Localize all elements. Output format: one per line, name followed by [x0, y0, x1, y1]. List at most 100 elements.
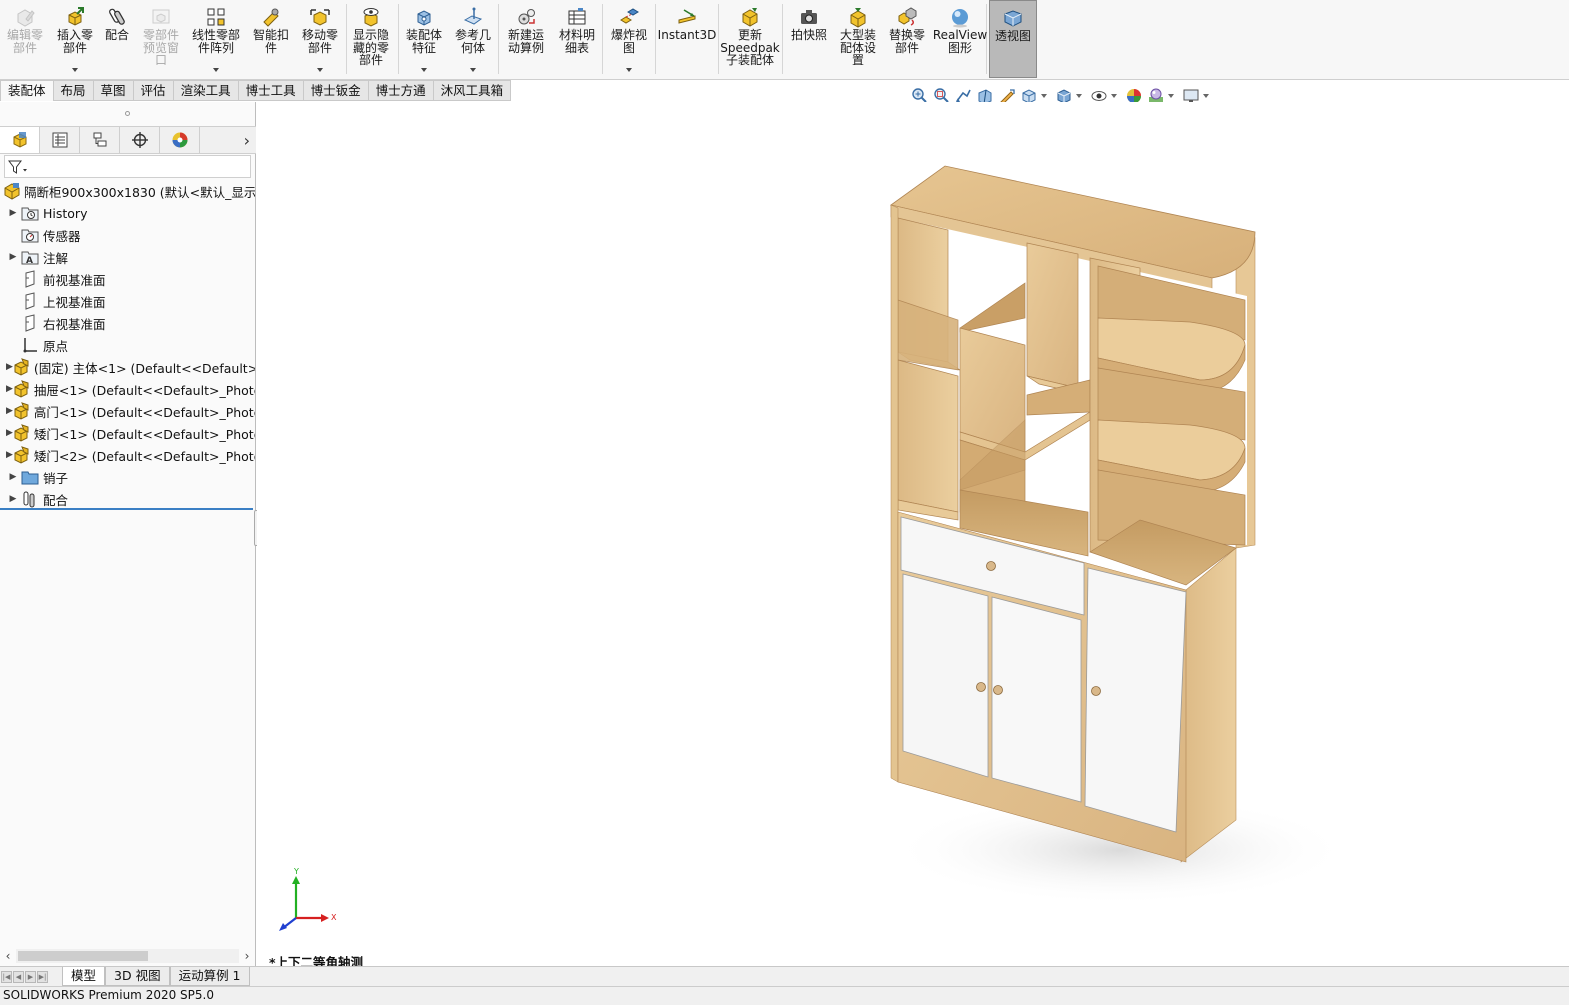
tab-sketch[interactable]: 草图	[93, 80, 134, 101]
realview-button[interactable]: RealView 图形	[932, 0, 988, 78]
tree-item[interactable]: ▶ 销子	[0, 466, 255, 488]
cabinet-model[interactable]	[257, 102, 1569, 966]
property-manager-tab[interactable]	[40, 127, 80, 153]
chevron-down-icon[interactable]	[72, 68, 78, 72]
hide-show-dropdown[interactable]	[1111, 94, 1117, 98]
tree-item[interactable]: 右视基准面	[0, 312, 255, 334]
tree-item-label: (固定) 主体<1> (Default<<Default>_	[33, 360, 255, 376]
assembly-features-button[interactable]: 装配体 特征	[400, 0, 448, 78]
expand-arrow-icon[interactable]: ▶	[6, 472, 20, 482]
expand-arrow-icon[interactable]: ▶	[6, 428, 13, 438]
chevron-down-icon[interactable]	[626, 68, 632, 72]
mate-button[interactable]: 配合	[100, 0, 134, 78]
chevron-down-icon[interactable]	[213, 68, 219, 72]
bill-of-materials-button[interactable]: 材料明 细表	[552, 0, 602, 78]
tab-render-tools[interactable]: 渲染工具	[173, 80, 239, 101]
expand-arrow-icon[interactable]: ▶	[6, 208, 20, 218]
edit-component-button[interactable]: 编辑零 部件	[2, 0, 48, 78]
tree-item[interactable]: 原点	[0, 334, 255, 356]
exploded-view-icon	[617, 6, 641, 28]
scroll-thumb[interactable]	[18, 951, 148, 961]
tree-item[interactable]: 传感器	[0, 224, 255, 246]
view-orientation-dropdown[interactable]	[1041, 94, 1047, 98]
perspective-button[interactable]: 透视图	[989, 0, 1037, 78]
scroll-left-icon[interactable]: ‹	[0, 949, 16, 963]
bill-of-materials-icon	[565, 6, 589, 28]
triad-y-label: Y	[293, 868, 299, 876]
chevron-down-icon[interactable]	[470, 68, 476, 72]
reference-geometry-button[interactable]: 参考几 何体	[450, 0, 496, 78]
chevron-down-icon[interactable]	[421, 68, 427, 72]
tree-horizontal-scrollbar[interactable]: ‹ ›	[0, 947, 255, 965]
panel-grip-handle[interactable]	[0, 102, 255, 125]
realview-icon	[948, 6, 972, 28]
tab-addin-7[interactable]: 博士方通	[368, 80, 434, 101]
prev-tab-icon[interactable]: ◀	[13, 970, 24, 983]
replace-components-button[interactable]: 替换零 部件	[883, 0, 931, 78]
tree-item[interactable]: ▶ 矮门<2> (Default<<Default>_Photo	[0, 444, 255, 466]
linear-pattern-button[interactable]: 线性零部 件阵列	[186, 0, 246, 78]
feature-manager-icon	[13, 132, 26, 148]
view-settings-dropdown[interactable]	[1203, 94, 1209, 98]
sensor-icon	[20, 226, 40, 244]
scroll-right-icon[interactable]: ›	[239, 949, 255, 963]
reference-triad: Y X	[279, 868, 337, 931]
tab-addin-8[interactable]: 沐风工具箱	[433, 80, 512, 101]
component-preview-button[interactable]: 零部件 预览窗 口	[137, 0, 185, 78]
tab-evaluate[interactable]: 评估	[133, 80, 174, 101]
tree-item[interactable]: ▶ (固定) 主体<1> (Default<<Default>_	[0, 356, 255, 378]
tab-motion-study[interactable]: 运动算例 1	[169, 967, 250, 986]
tree-item[interactable]: ▶ 矮门<1> (Default<<Default>_Photo	[0, 422, 255, 444]
last-tab-icon[interactable]: ▶|	[37, 970, 48, 983]
tree-item[interactable]: ▶ 抽屉<1> (Default<<Default>_Photo	[0, 378, 255, 400]
expand-arrow-icon[interactable]: ▶	[6, 406, 13, 416]
expand-arrow-icon[interactable]: ▶	[6, 450, 13, 460]
tab-addin-5[interactable]: 博士工具	[238, 80, 304, 101]
plane-icon	[20, 314, 40, 332]
tab-model[interactable]: 模型	[62, 967, 106, 986]
display-style-dropdown[interactable]	[1076, 94, 1082, 98]
first-tab-icon[interactable]: |◀	[1, 970, 12, 983]
expand-arrow-icon[interactable]: ▶	[6, 362, 13, 372]
graphics-area[interactable]: Y X *上下二等角轴测	[257, 102, 1569, 970]
short-door-right	[991, 596, 1082, 803]
large-assembly-button[interactable]: 大型装 配体设 置	[834, 0, 882, 78]
dimxpert-manager-tab[interactable]	[120, 127, 160, 153]
tree-item[interactable]: ▶ A 注解	[0, 246, 255, 268]
expand-arrow-icon[interactable]: ▶	[6, 384, 13, 394]
feature-tree-filter[interactable]	[4, 155, 251, 178]
speedpak-button[interactable]: 更新 Speedpak 子装配体	[720, 0, 780, 78]
configuration-manager-tab[interactable]	[80, 127, 120, 153]
snapshot-button[interactable]: 拍快照	[785, 0, 833, 78]
tab-addin-6[interactable]: 博士钣金	[303, 80, 369, 101]
tree-item[interactable]: 前视基准面	[0, 268, 255, 290]
linear-pattern-icon	[204, 6, 228, 28]
show-hidden-button[interactable]: 显示隐 藏的零 部件	[346, 0, 396, 78]
exploded-view-button[interactable]: 爆炸视 图	[604, 0, 654, 78]
tree-item[interactable]: ▶ History	[0, 202, 255, 224]
next-tab-icon[interactable]: ▶	[25, 970, 36, 983]
move-component-button[interactable]: 移动零 部件	[296, 0, 344, 78]
tab-3d-views[interactable]: 3D 视图	[105, 967, 170, 986]
tree-item[interactable]: 上视基准面	[0, 290, 255, 312]
apply-scene-dropdown[interactable]	[1168, 94, 1174, 98]
tree-root-assembly[interactable]: 隔断柜900x300x1830 (默认<默认_显示状	[0, 180, 255, 202]
insert-component-button[interactable]: 插入零 部件	[51, 0, 99, 78]
instant3d-button[interactable]: Instant3D	[657, 0, 717, 78]
display-manager-tab[interactable]	[160, 127, 200, 153]
rollback-bar[interactable]	[0, 508, 253, 510]
chevron-down-icon[interactable]	[317, 68, 323, 72]
tab-assembly[interactable]: 装配体	[0, 80, 54, 101]
feature-manager-tab[interactable]	[0, 127, 40, 153]
expand-arrow-icon[interactable]: ▶	[6, 252, 20, 262]
tab-layout[interactable]: 布局	[53, 80, 94, 101]
tree-item[interactable]: ▶ 高门<1> (Default<<Default>_Photo	[0, 400, 255, 422]
origin-icon	[20, 336, 40, 354]
ribbon-button-label: RealView 图形	[932, 28, 988, 55]
tree-item[interactable]: ▶ 配合	[0, 488, 255, 510]
new-motion-study-button[interactable]: 新建运 动算例	[502, 0, 550, 78]
ribbon-button-label: 拍快照	[790, 28, 827, 42]
more-tabs-chevron-icon[interactable]: ›	[244, 131, 250, 150]
expand-arrow-icon[interactable]: ▶	[6, 494, 20, 504]
smart-fasteners-button[interactable]: 智能扣 件	[248, 0, 294, 78]
